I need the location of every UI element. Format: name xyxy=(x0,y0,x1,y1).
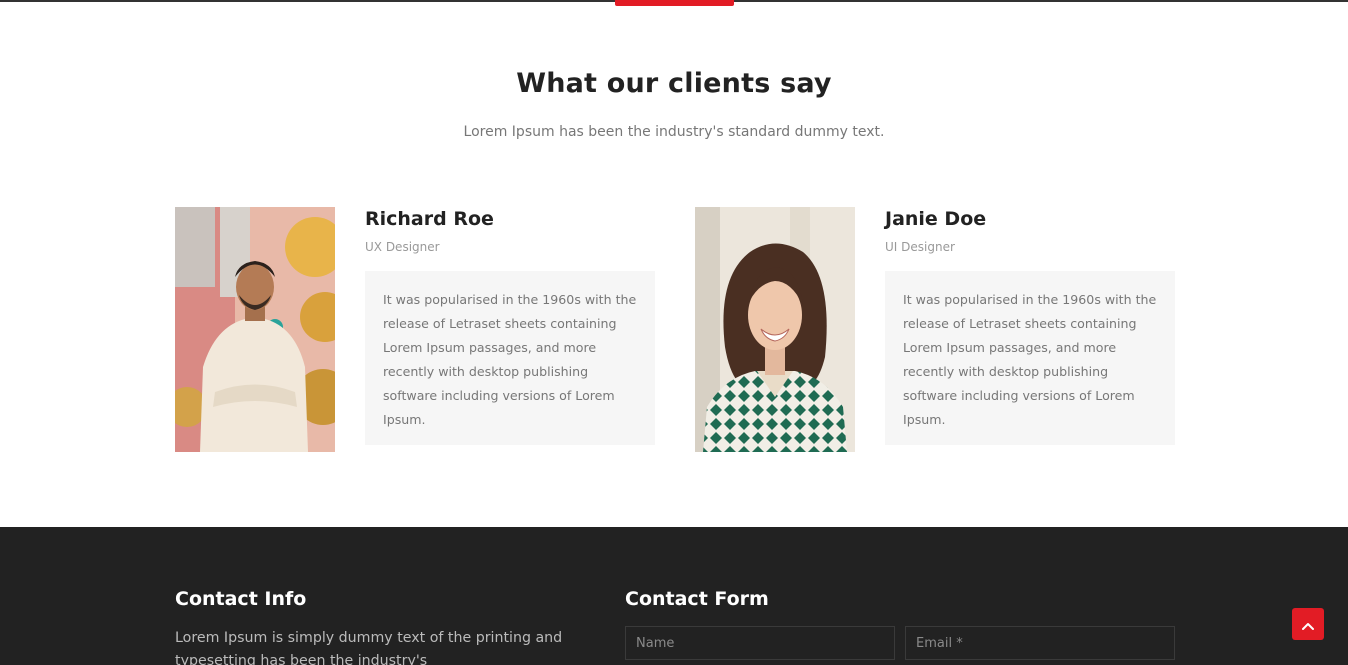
client-photo xyxy=(175,207,335,452)
contact-info-text: Lorem Ipsum is simply dummy text of the … xyxy=(175,630,563,665)
email-input[interactable] xyxy=(905,626,1175,660)
client-role: UX Designer xyxy=(365,240,440,254)
footer: Contact Info Lorem Ipsum is simply dummy… xyxy=(0,527,1348,665)
contact-info-heading: Contact Info xyxy=(175,588,307,610)
client-quote: It was popularised in the 1960s with the… xyxy=(903,292,1157,427)
accent-bar xyxy=(615,0,734,6)
back-to-top-button[interactable] xyxy=(1292,608,1324,640)
testimonial-card: Richard Roe UX Designer It was popularis… xyxy=(175,207,655,452)
testimonial-card: Janie Doe UI Designer It was popularised… xyxy=(695,207,1175,452)
section-title: What our clients say xyxy=(516,68,832,99)
client-quote: It was popularised in the 1960s with the… xyxy=(383,292,637,427)
quote-box: It was popularised in the 1960s with the… xyxy=(885,271,1175,445)
client-name: Janie Doe xyxy=(885,208,987,230)
contact-form-heading: Contact Form xyxy=(625,588,769,610)
quote-box: It was popularised in the 1960s with the… xyxy=(365,271,655,445)
name-input[interactable] xyxy=(625,626,895,660)
chevron-up-icon xyxy=(1302,615,1314,634)
client-role: UI Designer xyxy=(885,240,955,254)
client-photo xyxy=(695,207,855,452)
section-subtitle: Lorem Ipsum has been the industry's stan… xyxy=(463,124,885,140)
client-name: Richard Roe xyxy=(365,208,494,230)
